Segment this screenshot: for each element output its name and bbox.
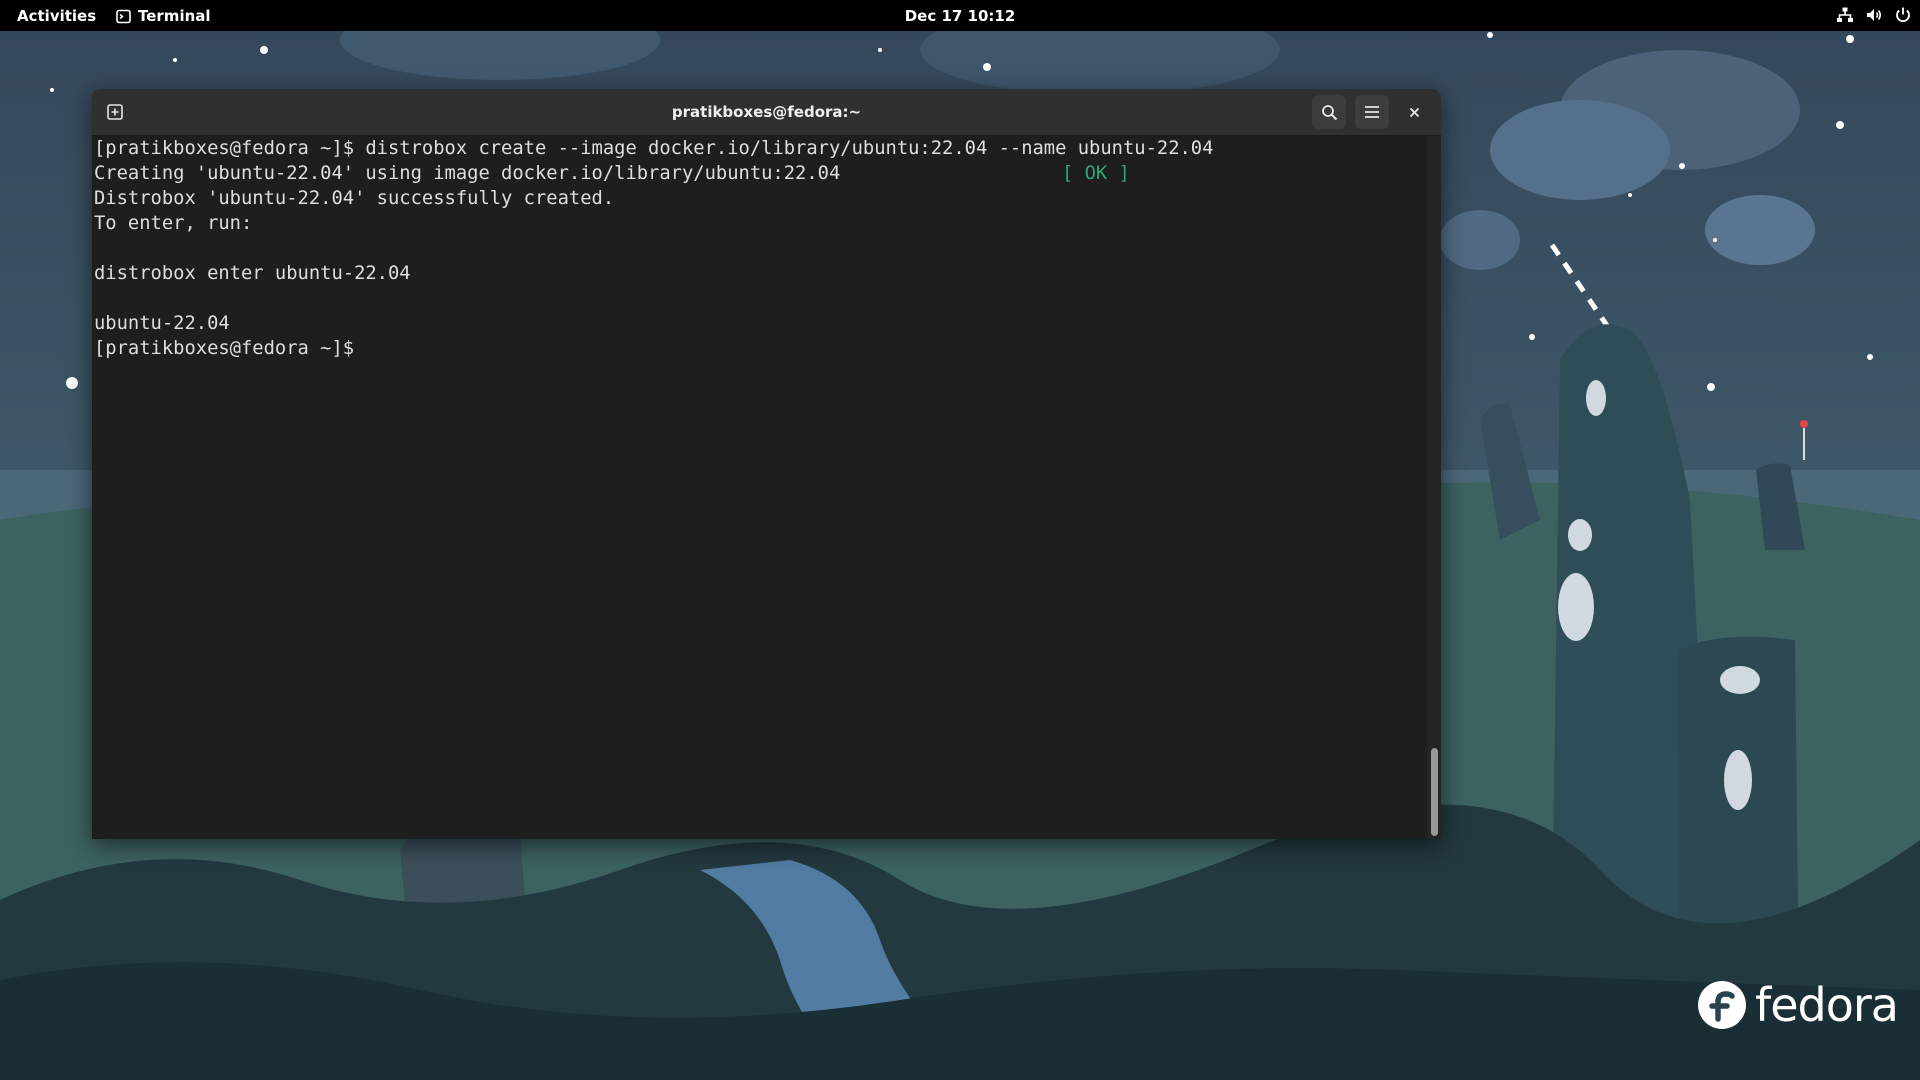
search-button[interactable] [1312,95,1346,129]
terminal-line: To enter, run: [94,213,253,234]
new-tab-icon [107,104,123,120]
window-title: pratikboxes@fedora:~ [671,103,862,121]
power-icon [1896,7,1910,22]
app-menu-button[interactable]: Terminal [116,7,211,25]
terminal-window: pratikboxes@fedora:~ [pratikboxes@fedora… [92,89,1441,839]
close-icon [1409,107,1419,117]
terminal-line: Creating 'ubuntu-22.04' using image dock… [94,163,841,184]
main-menu-button[interactable] [1355,95,1389,129]
terminal-headerbar[interactable]: pratikboxes@fedora:~ [92,89,1441,136]
terminal-scrollbar[interactable] [1427,136,1441,839]
scrollbar-thumb[interactable] [1431,748,1438,836]
top-bar: Activities Terminal Dec 17 10:12 [0,0,1920,31]
close-window-button[interactable] [1397,95,1431,129]
fedora-logo-icon [1698,981,1746,1029]
terminal-line: Distrobox 'ubuntu-22.04' successfully cr… [94,188,615,209]
terminal-line: [pratikboxes@fedora ~]$ distrobox create… [94,138,1214,159]
network-icon [1837,7,1853,22]
terminal-line: distrobox enter ubuntu-22.04 [94,263,411,284]
app-menu-label: Terminal [138,7,211,25]
clock-button[interactable]: Dec 17 10:12 [905,7,1016,25]
search-icon [1321,104,1337,120]
terminal-app-icon [116,9,131,23]
terminal-output[interactable]: [pratikboxes@fedora ~]$ distrobox create… [92,136,1427,839]
new-tab-button[interactable] [98,95,132,129]
terminal-prompt-line: [pratikboxes@fedora ~]$ [94,338,355,359]
system-tray[interactable] [1836,6,1912,24]
terminal-line: ubuntu-22.04 [94,313,230,334]
volume-icon [1867,9,1882,21]
activities-button[interactable]: Activities [17,7,96,25]
status-ok-label: [ OK ] [1062,163,1130,184]
fedora-logo: fedora [1697,978,1899,1032]
fedora-logo-text: fedora [1755,978,1899,1032]
hamburger-menu-icon [1365,106,1379,118]
